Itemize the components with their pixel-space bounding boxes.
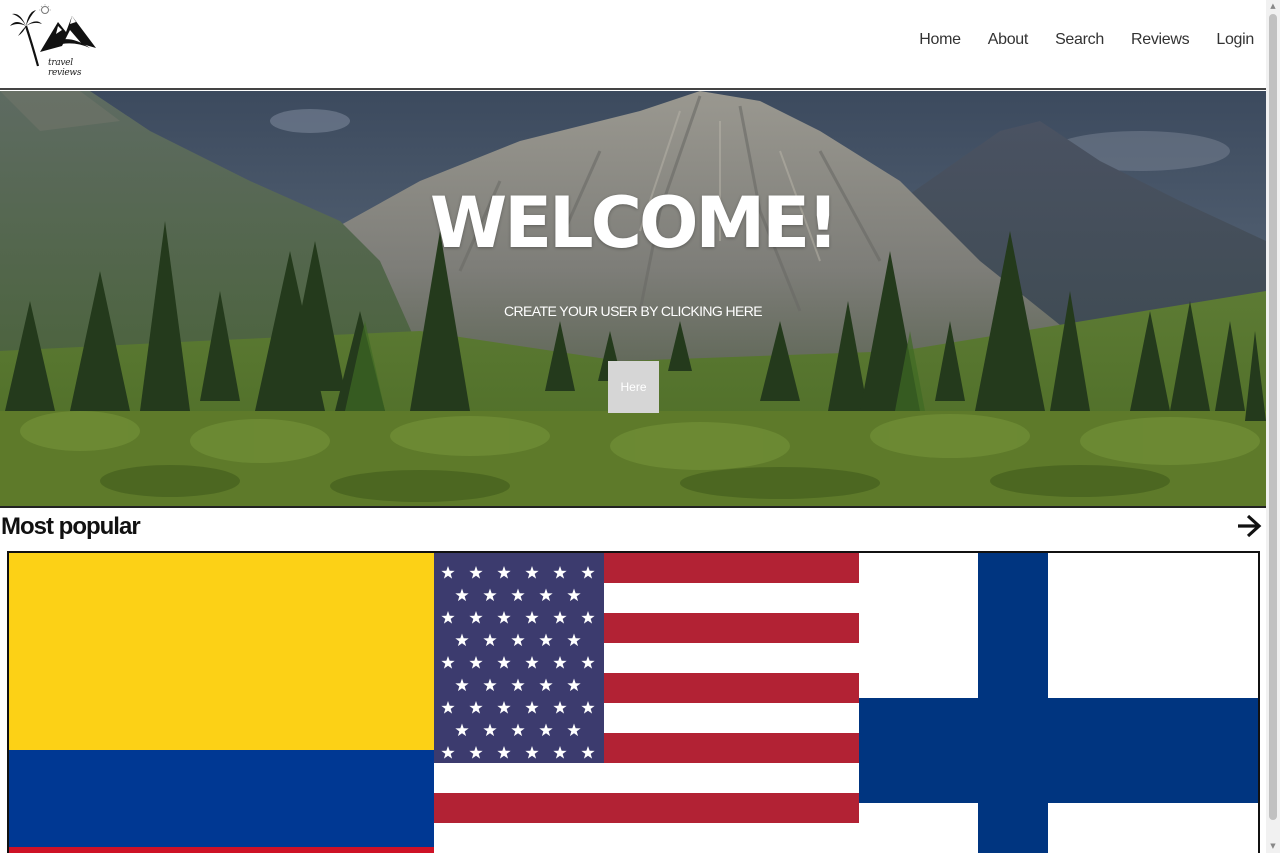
page-scrollbar[interactable]: ▲ ▼ — [1266, 0, 1280, 853]
scroll-up-icon[interactable]: ▲ — [1269, 2, 1277, 10]
most-popular-heading: Most popular — [1, 513, 141, 540]
create-user-prompt: CREATE YOUR USER BY CLICKING HERE — [504, 303, 763, 319]
nav-about-link[interactable]: About — [988, 31, 1029, 49]
nav-home-link[interactable]: Home — [919, 31, 961, 49]
nav-login-link[interactable]: Login — [1216, 31, 1254, 49]
scroll-thumb[interactable] — [1269, 14, 1277, 820]
logo-text: travel reviews — [48, 58, 82, 78]
top-navbar: travel reviews Home About Search Reviews… — [0, 0, 1266, 90]
colombia-flag-icon[interactable] — [9, 553, 434, 853]
arrow-right-icon[interactable] — [1234, 510, 1264, 542]
popular-flags-carousel — [7, 551, 1260, 853]
finland-flag-icon[interactable] — [859, 553, 1258, 853]
here-button[interactable]: Here — [608, 361, 659, 413]
scroll-down-icon[interactable]: ▼ — [1269, 842, 1277, 850]
travel-reviews-logo[interactable]: travel reviews — [10, 4, 102, 78]
hero-banner: WELCOME! CREATE YOUR USER BY CLICKING HE… — [0, 91, 1266, 508]
mountain-landscape-image — [0, 91, 1266, 506]
welcome-heading: WELCOME! — [430, 182, 839, 264]
main-nav: Home About Search Reviews Login — [919, 31, 1254, 49]
nav-search-link[interactable]: Search — [1055, 31, 1104, 49]
usa-flag-icon[interactable] — [434, 553, 859, 853]
nav-reviews-link[interactable]: Reviews — [1131, 31, 1190, 49]
